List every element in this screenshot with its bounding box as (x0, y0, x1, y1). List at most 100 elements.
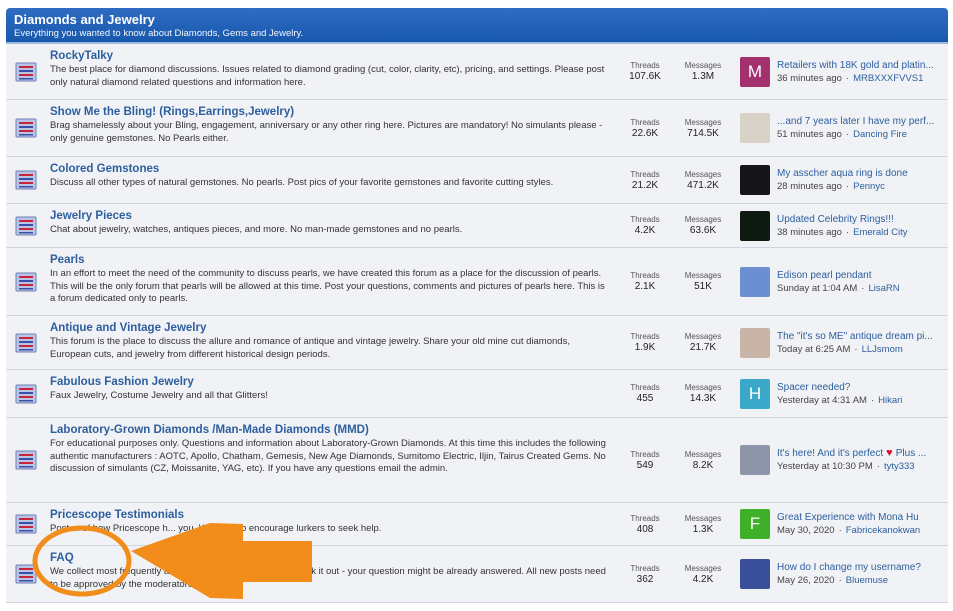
forum-title[interactable]: Colored Gemstones (50, 163, 612, 176)
last-post-meta: Yesterday at 10:30 PM · tyty333 (777, 460, 926, 473)
last-post-meta: 51 minutes ago · Dancing Fire (777, 128, 934, 141)
threads-count: 549 (636, 459, 654, 471)
last-post-user[interactable]: LLJsmom (862, 344, 903, 355)
last-post-time[interactable]: 38 minutes ago (777, 227, 842, 238)
last-post-user[interactable]: Dancing Fire (853, 129, 907, 140)
forum-icon[interactable] (6, 370, 46, 417)
last-post-time[interactable]: 36 minutes ago (777, 73, 842, 84)
forum-list: RockyTalky The best place for diamond dis… (6, 44, 948, 603)
threads-stat: Threads 2.1K (616, 248, 674, 315)
forum-icon[interactable] (6, 204, 46, 247)
forum-title[interactable]: Pearls (50, 254, 612, 267)
forum-list-icon (15, 384, 37, 403)
last-post-time[interactable]: Today at 6:25 AM (777, 344, 850, 355)
avatar[interactable] (740, 210, 770, 241)
category-title[interactable]: Diamonds and Jewelry (14, 13, 940, 27)
last-thread-link[interactable]: Great Experience with Mona Hu (777, 512, 919, 523)
last-post-time[interactable]: Sunday at 1:04 AM (777, 283, 857, 294)
last-thread-link[interactable]: Spacer needed? (777, 382, 850, 393)
threads-count: 22.6K (631, 127, 659, 139)
last-thread-link[interactable]: ...and 7 years later I have my perf... (777, 116, 934, 127)
forum-title[interactable]: RockyTalky (50, 50, 612, 63)
forum-title[interactable]: Laboratory-Grown Diamonds /Man-Made Diam… (50, 424, 612, 437)
last-thread-link[interactable]: Edison pearl pendant (777, 270, 872, 281)
forum-title[interactable]: Pricescope Testimonials (50, 509, 612, 522)
forum-row: FAQ We collect most frequently asked ques… (6, 546, 948, 603)
forum-title[interactable]: Antique and Vintage Jewelry (50, 322, 612, 335)
messages-label: Messages (684, 271, 722, 280)
avatar[interactable] (740, 165, 770, 195)
forum-icon[interactable] (6, 316, 46, 369)
last-thread-link[interactable]: Updated Celebrity Rings!!! (777, 214, 894, 225)
threads-count: 21.2K (631, 179, 659, 191)
last-post-user[interactable]: Emerald City (853, 227, 907, 238)
last-thread-link[interactable]: How do I change my username? (777, 562, 921, 573)
last-post-user[interactable]: tyty333 (884, 461, 915, 472)
messages-stat: Messages 21.7K (674, 316, 732, 369)
last-thread-link[interactable]: My asscher aqua ring is done (777, 168, 908, 179)
last-thread-link[interactable]: Retailers with 18K gold and platin... (777, 60, 934, 71)
last-post-user[interactable]: Fabricekanokwan (846, 525, 920, 536)
threads-label: Threads (630, 271, 660, 280)
last-post-time[interactable]: May 30, 2020 (777, 525, 835, 536)
last-post-user[interactable]: MRBXXXFVVS1 (853, 73, 923, 84)
last-thread-link[interactable]: It's here! And it's perfect (777, 448, 883, 459)
last-post-meta: 38 minutes ago · Emerald City (777, 226, 908, 239)
forum-title[interactable]: Jewelry Pieces (50, 210, 612, 223)
last-post-time[interactable]: 51 minutes ago (777, 129, 842, 140)
forum-icon[interactable] (6, 546, 46, 602)
avatar[interactable]: F (740, 509, 770, 539)
forum-title[interactable]: FAQ (50, 552, 612, 565)
avatar[interactable] (740, 266, 770, 297)
forum-row: Colored Gemstones Discuss all other types… (6, 157, 948, 204)
threads-count: 362 (636, 573, 654, 585)
messages-label: Messages (684, 449, 722, 459)
forum-icon[interactable] (6, 248, 46, 315)
last-post-text: ...and 7 years later I have my perf... 51… (777, 115, 934, 141)
forum-icon[interactable] (6, 157, 46, 203)
avatar[interactable]: M (740, 56, 770, 87)
last-post-time[interactable]: Yesterday at 4:31 AM (777, 395, 867, 406)
forum-title[interactable]: Show Me the Bling! (Rings,Earrings,Jewel… (50, 106, 612, 119)
avatar[interactable] (740, 113, 770, 143)
messages-count: 471.2K (687, 179, 719, 191)
forum-description: Chat about jewelry, watches, antiques pi… (50, 224, 463, 235)
forum-description: In an effort to meet the need of the com… (50, 268, 605, 304)
last-post-time[interactable]: Yesterday at 10:30 PM (777, 461, 873, 472)
last-post-text: Edison pearl pendant Sunday at 1:04 AM · Li… (777, 269, 900, 295)
last-post-text: Spacer needed? Yesterday at 4:31 AM · Hikar… (777, 381, 902, 407)
separator-dot: · (861, 282, 865, 294)
messages-stat: Messages 1.3M (674, 44, 732, 99)
forum-title[interactable]: Fabulous Fashion Jewelry (50, 376, 612, 389)
forum-icon[interactable] (6, 100, 46, 156)
forum-description: Brag shamelessly about your Bling, engag… (50, 120, 603, 144)
forum-icon[interactable] (6, 418, 46, 502)
forum-description: Discuss all other types of natural gemst… (50, 177, 554, 188)
avatar[interactable]: H (740, 378, 770, 409)
messages-label: Messages (684, 61, 722, 70)
last-post-user[interactable]: Hikari (878, 395, 902, 406)
last-post: F Great Experience with Mona Hu May 30, 20… (732, 503, 948, 545)
last-thread-title-line: The "it's so ME" antique dream pi... (777, 330, 933, 343)
forum-description: The best place for diamond discussions. … (50, 64, 605, 88)
forum-icon[interactable] (6, 503, 46, 545)
last-post-user[interactable]: Bluemuse (846, 575, 888, 586)
avatar[interactable] (740, 445, 770, 475)
forum-icon[interactable] (6, 44, 46, 99)
last-post-time[interactable]: May 26, 2020 (777, 575, 835, 586)
last-post-user[interactable]: LisaRN (868, 283, 899, 294)
avatar[interactable] (740, 559, 770, 589)
forum-row: Laboratory-Grown Diamonds /Man-Made Diam… (6, 418, 948, 503)
forum-row: Fabulous Fashion Jewelry Faux Jewelry, Co… (6, 370, 948, 418)
forum-main: Pricescope Testimonials Post ... of how P… (46, 503, 616, 545)
avatar[interactable] (740, 327, 770, 358)
last-post-user[interactable]: Pennyc (853, 181, 885, 192)
last-thread-link[interactable]: The "it's so ME" antique dream pi... (777, 331, 933, 342)
separator-dot: · (845, 226, 850, 238)
last-post-time[interactable]: 28 minutes ago (777, 181, 842, 192)
messages-count: 63.6K (689, 225, 717, 236)
last-thread-suffix[interactable]: Plus ... (896, 448, 927, 459)
forum-main: Antique and Vintage Jewelry This forum is… (46, 316, 616, 369)
last-post-text: It's here! And it's perfect ♥ Plus ... Ye… (777, 447, 926, 473)
last-post-meta: Yesterday at 4:31 AM · Hikari (777, 394, 902, 407)
